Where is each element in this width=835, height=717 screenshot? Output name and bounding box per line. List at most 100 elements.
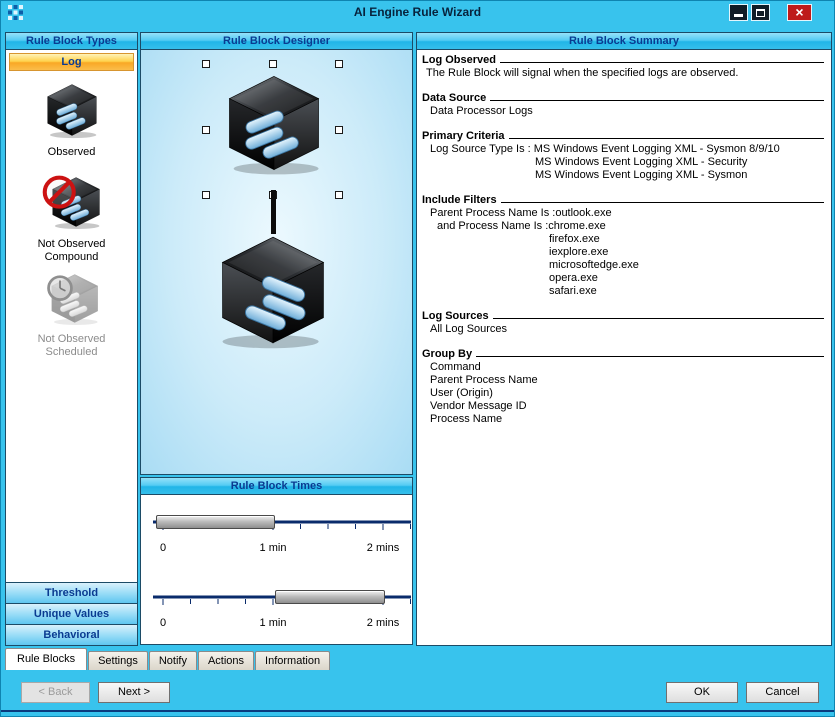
time-slider-2: 0 1 min 2 mins [141,587,412,647]
rule-block-types-header: Rule Block Types [6,33,137,50]
category-buttons: Threshold Unique Values Behavioral [6,582,137,645]
summary-line: Parent Process Name [422,374,826,387]
close-icon: × [795,4,803,20]
tab-settings[interactable]: Settings [88,651,148,670]
time-slider-1: 0 1 min 2 mins [141,512,412,572]
slider-tick-label: 2 mins [359,542,407,554]
section-title: Data Source [422,92,486,105]
summary-section-log-sources: Log Sources All Log Sources [422,310,826,336]
slider-tick-label: 0 [155,542,171,554]
tab-actions[interactable]: Actions [198,651,254,670]
rule-block-summary-header: Rule Block Summary [417,33,831,50]
section-rule-line [500,62,824,63]
rule-block-times-header: Rule Block Times [141,478,412,495]
minimize-button[interactable] [729,4,748,21]
selection-handle[interactable] [335,126,343,134]
close-button[interactable]: × [787,4,812,21]
summary-line: firefox.exe [422,233,826,246]
slider-tick-label: 1 min [255,617,291,629]
summary-line: User (Origin) [422,387,826,400]
category-behavioral-button[interactable]: Behavioral [6,624,137,645]
selection-handle[interactable] [335,60,343,68]
summary-line: The Rule Block will signal when the spec… [422,67,826,80]
rule-block-designer-panel: Rule Block Designer [140,32,413,475]
slider-tick-label: 1 min [255,542,291,554]
tab-notify[interactable]: Notify [149,651,197,670]
type-item-not-observed-scheduled[interactable]: Not Observed Scheduled [6,271,137,358]
time-slider-1-thumb[interactable] [156,515,275,529]
not-observed-scheduled-icon [42,271,102,326]
section-title: Primary Criteria [422,130,505,143]
rule-block-cube-2[interactable] [213,230,333,350]
section-rule-line [490,100,824,101]
summary-line: Vendor Message ID [422,400,826,413]
selection-handle[interactable] [202,60,210,68]
section-title: Include Filters [422,194,497,207]
rule-block-cube-1[interactable] [221,70,327,176]
ok-button[interactable]: OK [666,682,738,703]
summary-line: Command [422,361,826,374]
not-observed-compound-icon [40,173,104,231]
section-title: Log Sources [422,310,489,323]
selection-handle[interactable] [335,191,343,199]
selection-handle[interactable] [269,60,277,68]
selection-handle[interactable] [202,191,210,199]
type-item-label: Compound [45,251,99,263]
summary-line: iexplore.exe [422,246,826,259]
summary-section-data-source: Data Source Data Processor Logs [422,92,826,118]
slider-tick-label: 2 mins [359,617,407,629]
summary-line: opera.exe [422,272,826,285]
section-title: Group By [422,348,472,361]
summary-line: safari.exe [422,285,826,298]
summary-line: All Log Sources [422,323,826,336]
designer-canvas[interactable] [141,50,412,474]
maximize-icon [756,9,765,17]
type-item-label: Observed [48,146,96,158]
section-rule-line [493,318,824,319]
summary-line: Parent Process Name Is :outlook.exe [422,207,826,220]
selection-handle[interactable] [202,126,210,134]
type-item-not-observed-compound[interactable]: Not Observed Compound [6,173,137,263]
times-area: 0 1 min 2 mins 0 1 min [141,495,412,644]
next-button[interactable]: Next > [98,682,170,703]
section-rule-line [501,202,824,203]
type-item-label: Scheduled [46,346,98,358]
titlebar: AI Engine Rule Wizard × [1,1,834,25]
rule-block-summary-panel: Rule Block Summary Log Observed The Rule… [416,32,832,646]
summary-body: Log Observed The Rule Block will signal … [417,50,831,645]
block-connector-line [271,190,276,234]
summary-section-include-filters: Include Filters Parent Process Name Is :… [422,194,826,298]
section-title: Log Observed [422,54,496,67]
back-button[interactable]: < Back [21,682,90,703]
summary-line: Process Name [422,413,826,426]
summary-section-group-by: Group By Command Parent Process Name Use… [422,348,826,426]
summary-line: MS Windows Event Logging XML - Sysmon [422,169,826,182]
maximize-button[interactable] [751,4,770,21]
rule-block-designer-header: Rule Block Designer [141,33,412,50]
summary-line: and Process Name Is :chrome.exe [422,220,826,233]
summary-section-primary-criteria: Primary Criteria Log Source Type Is : MS… [422,130,826,182]
category-log-button[interactable]: Log [9,53,134,71]
tab-rule-blocks[interactable]: Rule Blocks [5,648,87,670]
wizard-tabs: Rule Blocks Settings Notify Actions Info… [5,648,331,670]
minimize-icon [734,14,743,17]
slider-tick-label: 0 [155,617,171,629]
summary-line: MS Windows Event Logging XML - Security [422,156,826,169]
section-rule-line [476,356,824,357]
tab-information[interactable]: Information [255,651,330,670]
type-item-label: Not Observed [38,238,106,250]
time-slider-2-thumb[interactable] [275,590,385,604]
window-title: AI Engine Rule Wizard [1,5,834,19]
window-bottom-edge [1,710,834,712]
observed-cube-icon [43,81,101,139]
type-item-observed[interactable]: Observed [6,81,137,158]
type-item-label: Not Observed [38,333,106,345]
rule-block-times-panel: Rule Block Times 0 1 min 2 mins [140,477,413,645]
summary-line: Data Processor Logs [422,105,826,118]
rule-block-types-panel: Rule Block Types Log Observed Not Observ… [5,32,138,646]
cancel-button[interactable]: Cancel [746,682,819,703]
category-unique-values-button[interactable]: Unique Values [6,603,137,624]
section-rule-line [509,138,824,139]
summary-section-log-observed: Log Observed The Rule Block will signal … [422,54,826,80]
category-threshold-button[interactable]: Threshold [6,582,137,603]
